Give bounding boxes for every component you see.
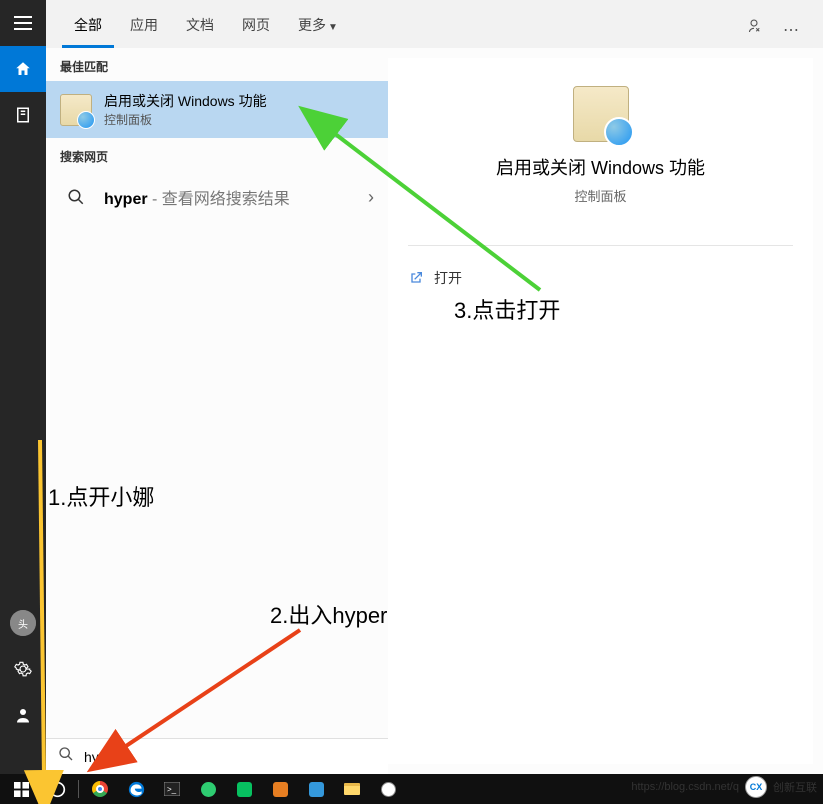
result-sub: 控制面板 bbox=[104, 111, 267, 128]
tab-all[interactable]: 全部 bbox=[62, 5, 114, 48]
tabs: 全部 应用 文档 网页 更多▼ ⋯ bbox=[46, 0, 823, 48]
user-icon[interactable] bbox=[0, 692, 46, 738]
result-web-search[interactable]: hyper - 查看网络搜索结果 › bbox=[46, 171, 388, 223]
web-query: hyper bbox=[104, 191, 148, 208]
detail-sub: 控制面板 bbox=[408, 186, 793, 205]
search-icon bbox=[60, 181, 92, 213]
svg-text:>_: >_ bbox=[167, 785, 177, 794]
start-button[interactable] bbox=[4, 774, 38, 804]
tab-apps[interactable]: 应用 bbox=[118, 5, 170, 48]
taskbar-app-circle[interactable] bbox=[371, 774, 405, 804]
tab-more[interactable]: 更多▼ bbox=[286, 5, 350, 48]
watermark-url: https://blog.csdn.net/q bbox=[631, 781, 739, 793]
tab-web[interactable]: 网页 bbox=[230, 5, 282, 48]
taskbar-separator bbox=[78, 780, 79, 798]
control-panel-icon bbox=[60, 94, 92, 126]
cortana-rail bbox=[0, 0, 46, 774]
result-title: 启用或关闭 Windows 功能 bbox=[104, 91, 267, 111]
watermark: https://blog.csdn.net/q CX 创新互联 bbox=[631, 776, 817, 798]
taskbar-edge[interactable] bbox=[119, 774, 153, 804]
taskbar-terminal[interactable]: >_ bbox=[155, 774, 189, 804]
chevron-down-icon: ▼ bbox=[328, 22, 338, 33]
more-options-icon[interactable]: ⋯ bbox=[775, 12, 807, 48]
result-detail: 启用或关闭 Windows 功能 控制面板 打开 bbox=[388, 58, 813, 764]
home-icon[interactable] bbox=[0, 46, 46, 92]
taskbar-chrome[interactable] bbox=[83, 774, 117, 804]
web-hint: - 查看网络搜索结果 bbox=[148, 191, 290, 208]
search-input[interactable] bbox=[84, 749, 376, 765]
open-action[interactable]: 打开 bbox=[408, 262, 793, 294]
cortana-button[interactable] bbox=[40, 774, 74, 804]
results-list: 最佳匹配 启用或关闭 Windows 功能 控制面板 搜索网页 hyper - … bbox=[46, 48, 388, 774]
detail-title: 启用或关闭 Windows 功能 bbox=[408, 154, 793, 180]
watermark-brand: 创新互联 bbox=[773, 779, 817, 795]
search-icon bbox=[58, 746, 74, 767]
open-label: 打开 bbox=[434, 268, 462, 288]
notebook-icon[interactable] bbox=[0, 92, 46, 138]
taskbar-app-green[interactable] bbox=[191, 774, 225, 804]
taskbar-explorer[interactable] bbox=[335, 774, 369, 804]
chevron-right-icon: › bbox=[368, 187, 374, 208]
feedback-icon[interactable] bbox=[737, 9, 771, 48]
detail-icon bbox=[573, 86, 629, 142]
taskbar-wechat[interactable] bbox=[227, 774, 261, 804]
divider bbox=[408, 245, 793, 246]
best-match-header: 最佳匹配 bbox=[46, 48, 388, 81]
result-windows-features[interactable]: 启用或关闭 Windows 功能 控制面板 bbox=[46, 81, 388, 138]
avatar-icon[interactable] bbox=[0, 600, 46, 646]
watermark-logo: CX bbox=[745, 776, 767, 798]
search-box[interactable] bbox=[46, 738, 388, 774]
search-panel: 全部 应用 文档 网页 更多▼ ⋯ 最佳匹配 启用或关闭 Windows 功能 … bbox=[46, 0, 823, 774]
taskbar-app-blue[interactable] bbox=[299, 774, 333, 804]
menu-icon[interactable] bbox=[0, 0, 46, 46]
open-icon bbox=[408, 270, 424, 286]
taskbar-app-orange[interactable] bbox=[263, 774, 297, 804]
settings-icon[interactable] bbox=[0, 646, 46, 692]
tab-docs[interactable]: 文档 bbox=[174, 5, 226, 48]
web-search-header: 搜索网页 bbox=[46, 138, 388, 171]
